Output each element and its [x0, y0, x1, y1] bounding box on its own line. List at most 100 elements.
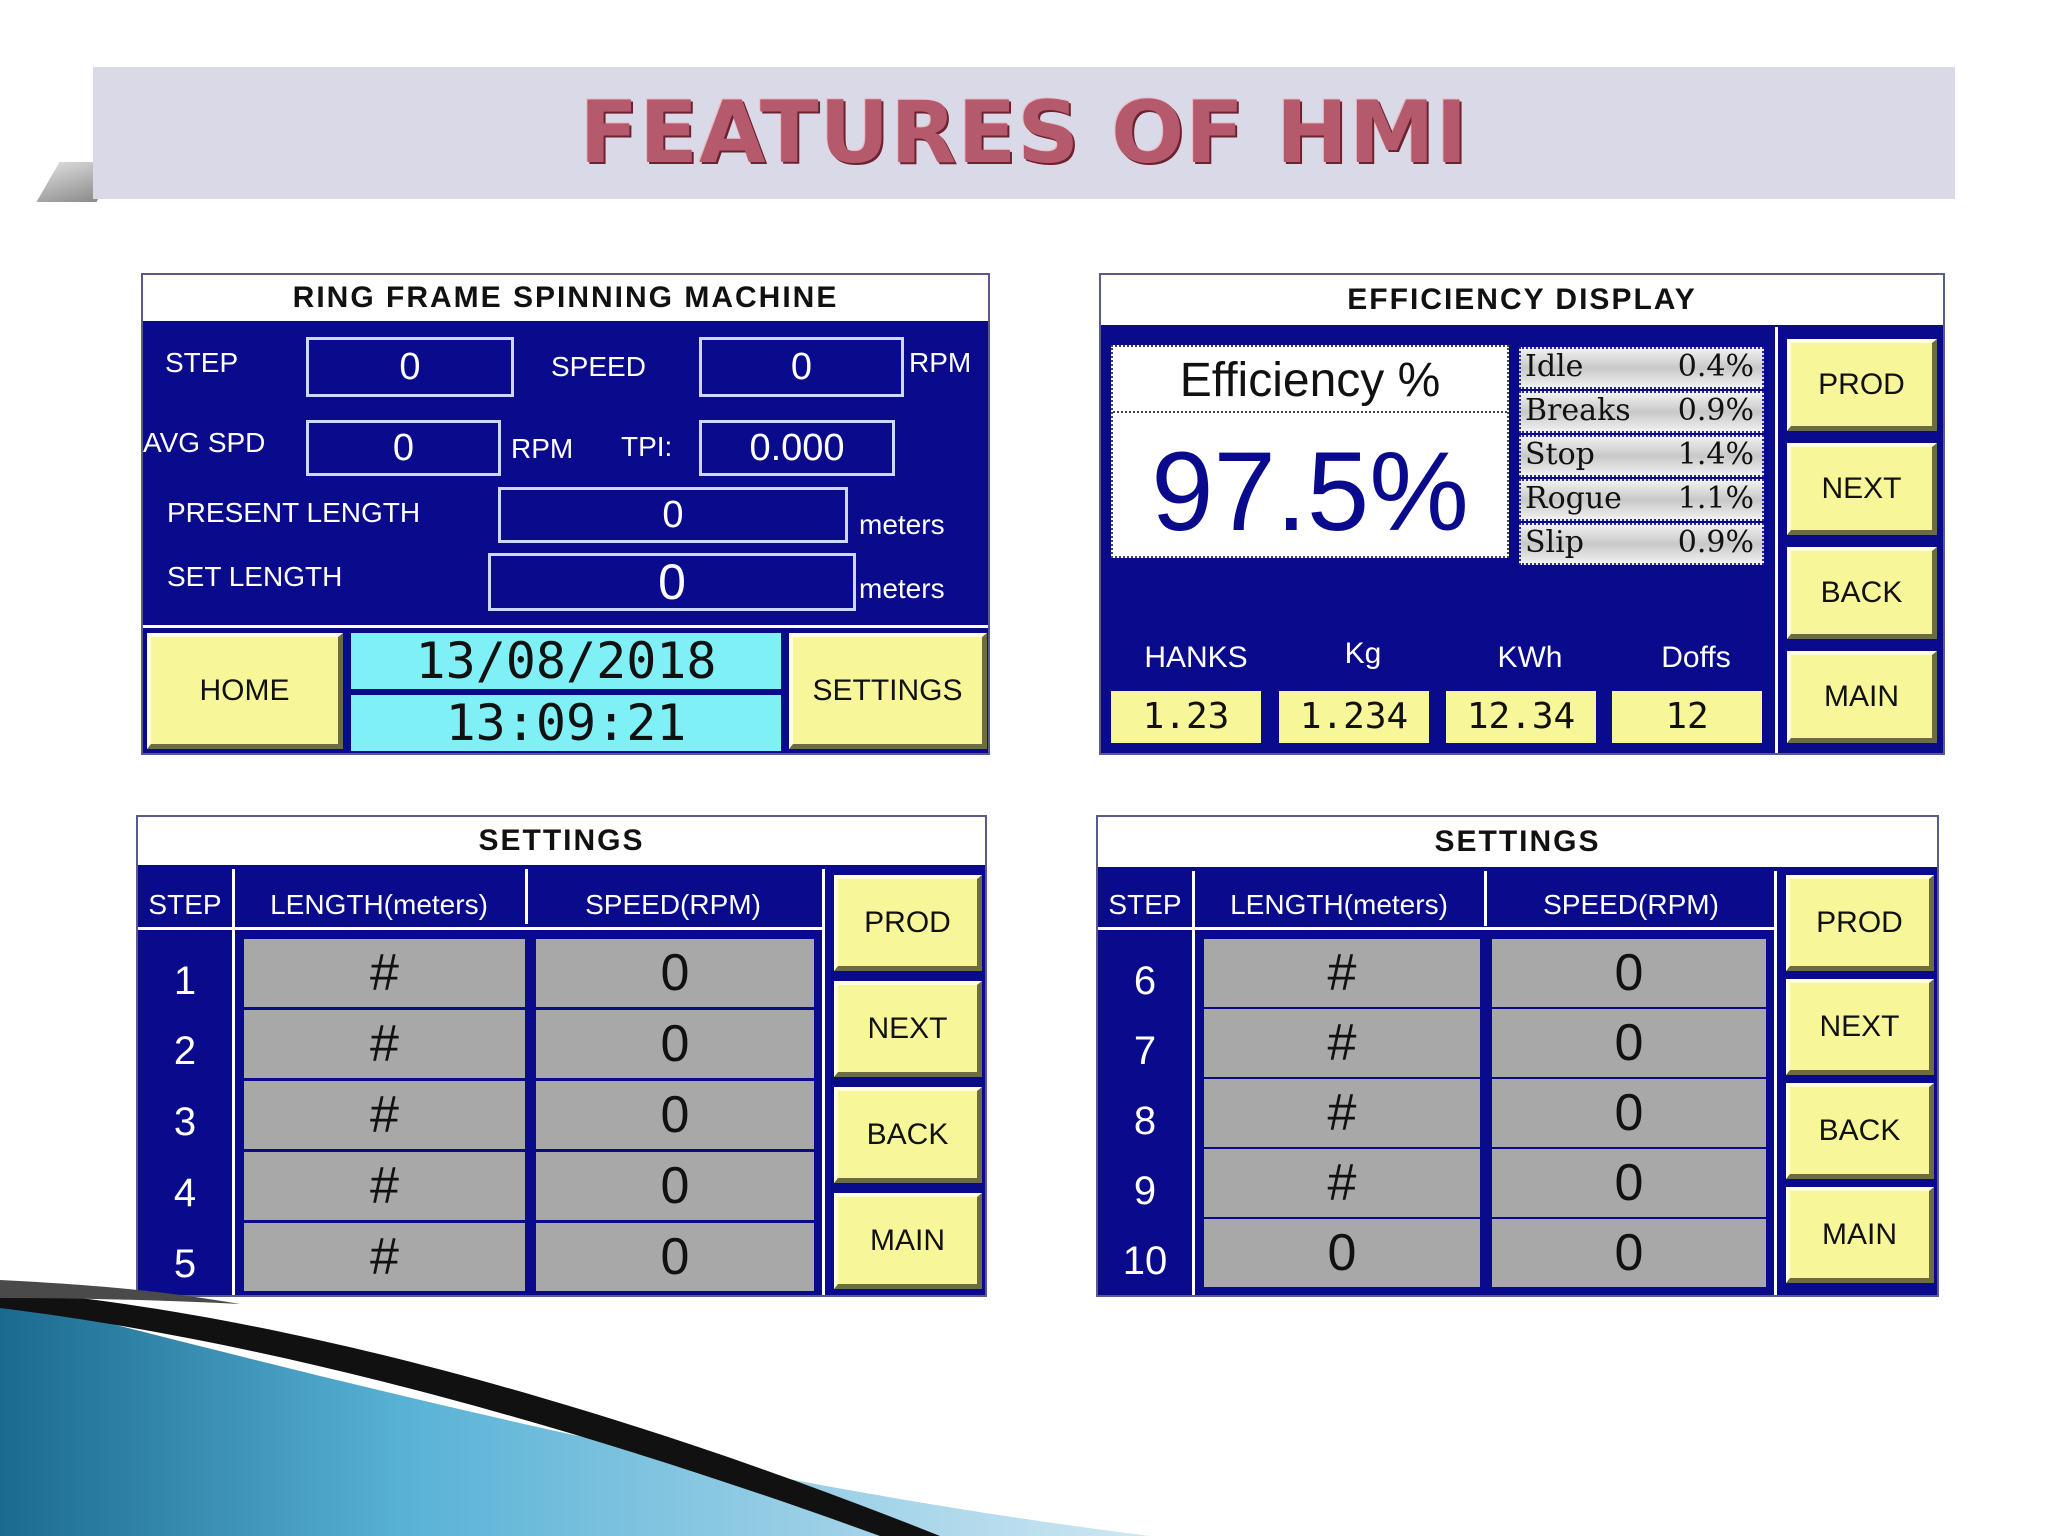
col-length: LENGTH(meters) [1230, 889, 1448, 920]
step-number: 7 [1133, 1029, 1157, 1073]
speed-field[interactable]: 0 [699, 337, 904, 397]
speed-cell[interactable]: 0 [534, 937, 816, 1009]
step-number: 2 [173, 1029, 197, 1073]
ring-frame-divider [143, 625, 988, 628]
avg-spd-field[interactable]: 0 [306, 420, 501, 476]
speed-cell[interactable]: 0 [1490, 1217, 1768, 1289]
efficiency-value: 97.5% [1151, 429, 1469, 554]
loss-name: Stop [1525, 437, 1595, 472]
settings-header-2: SETTINGS [1098, 817, 1937, 870]
speed-cell[interactable]: 0 [1490, 1007, 1768, 1079]
settings-panel-2: SETTINGS STEP LENGTH(meters) SPEED(RPM) … [1096, 815, 1939, 1297]
loss-idle: Idle 0.4% [1519, 347, 1764, 389]
present-length-field[interactable]: 0 [498, 487, 848, 543]
home-button[interactable]: HOME [147, 633, 343, 749]
speed-unit: RPM [909, 347, 972, 378]
header-divider [1098, 927, 1776, 930]
settings-button[interactable]: SETTINGS [789, 633, 987, 749]
loss-breaks: Breaks 0.9% [1519, 391, 1764, 433]
speed-cell[interactable]: 0 [534, 1150, 816, 1222]
stat-label-kwh: KWh [1497, 641, 1563, 674]
back-button[interactable]: BACK [1786, 1083, 1934, 1179]
slide-title: FEATURES OF HMI [579, 83, 1469, 183]
loss-value: 0.4% [1677, 349, 1754, 384]
stat-value-kg: 1.234 [1279, 691, 1429, 743]
col-divider [232, 869, 235, 1295]
loss-rogue: Rogue 1.1% [1519, 479, 1764, 521]
length-cell[interactable]: # [1202, 1147, 1482, 1219]
efficiency-divider [1113, 411, 1507, 413]
length-cell[interactable]: # [242, 1079, 527, 1151]
step-number: 1 [173, 959, 197, 1003]
length-cell[interactable]: # [1202, 937, 1482, 1009]
length-cell[interactable]: # [242, 1008, 527, 1080]
step-number: 4 [173, 1171, 197, 1215]
efficiency-header: EFFICIENCY DISPLAY [1101, 275, 1943, 328]
col-divider [1192, 871, 1195, 1295]
speed-label: SPEED [551, 351, 646, 382]
loss-name: Slip [1525, 525, 1584, 560]
time-display: 13:09:21 [351, 695, 781, 751]
ring-frame-header: RING FRAME SPINNING MACHINE [143, 275, 988, 324]
col-speed: SPEED(RPM) [1543, 889, 1719, 920]
main-button[interactable]: MAIN [1786, 1187, 1934, 1283]
length-cell[interactable]: # [242, 1150, 527, 1222]
efficiency-box: Efficiency % 97.5% [1111, 345, 1509, 558]
avg-spd-unit: RPM [511, 433, 574, 464]
decorative-swoosh [0, 1280, 1150, 1536]
next-button[interactable]: NEXT [1786, 979, 1934, 1075]
present-length-unit: meters [859, 509, 945, 540]
set-length-field[interactable]: 0 [488, 553, 856, 611]
stat-label-hanks: HANKS [1144, 641, 1248, 674]
step-number: 6 [1133, 959, 1157, 1003]
length-cell[interactable]: # [1202, 1007, 1482, 1079]
ring-frame-panel: RING FRAME SPINNING MACHINE STEP 0 SPEED… [141, 273, 990, 755]
speed-cell[interactable]: 0 [1490, 937, 1768, 1009]
speed-cell[interactable]: 0 [534, 1079, 816, 1151]
speed-cell[interactable]: 0 [1490, 1077, 1768, 1149]
stat-value-doffs: 12 [1612, 691, 1762, 743]
header-divider [138, 927, 824, 930]
back-button[interactable]: BACK [1787, 547, 1937, 639]
back-button[interactable]: BACK [834, 1087, 982, 1183]
set-length-label: SET LENGTH [167, 561, 343, 592]
loss-name: Rogue [1525, 481, 1622, 516]
col-divider [822, 869, 825, 1295]
speed-cell[interactable]: 0 [1490, 1147, 1768, 1219]
loss-name: Idle [1525, 349, 1584, 384]
tpi-label: TPI: [621, 431, 673, 462]
step-field[interactable]: 0 [306, 337, 514, 397]
col-divider [1484, 871, 1487, 926]
main-button[interactable]: MAIN [834, 1193, 982, 1289]
col-divider [1774, 871, 1777, 1295]
loss-stop: Stop 1.4% [1519, 435, 1764, 477]
prod-button[interactable]: PROD [834, 875, 982, 971]
col-step: STEP [148, 889, 222, 920]
loss-slip: Slip 0.9% [1519, 523, 1764, 565]
step-number: 3 [173, 1100, 197, 1144]
stat-label-kg: Kg [1344, 637, 1382, 670]
settings-panel-1: SETTINGS STEP LENGTH(meters) SPEED(RPM) … [136, 815, 987, 1297]
step-number: 9 [1133, 1169, 1157, 1213]
length-cell[interactable]: # [242, 937, 527, 1009]
stat-value-hanks: 1.23 [1111, 691, 1261, 743]
stat-label-doffs: Doffs [1661, 641, 1731, 674]
efficiency-label: Efficiency % [1179, 354, 1441, 407]
prod-button[interactable]: PROD [1787, 339, 1937, 431]
next-button[interactable]: NEXT [1787, 443, 1937, 535]
length-cell[interactable]: # [1202, 1077, 1482, 1149]
loss-value: 0.9% [1677, 393, 1754, 428]
loss-name: Breaks [1525, 393, 1631, 428]
next-button[interactable]: NEXT [834, 981, 982, 1077]
loss-value: 0.9% [1677, 525, 1754, 560]
speed-cell[interactable]: 0 [534, 1008, 816, 1080]
settings-header-1: SETTINGS [138, 817, 985, 868]
tpi-field[interactable]: 0.000 [699, 420, 895, 476]
step-number: 8 [1133, 1099, 1157, 1143]
length-cell[interactable]: 0 [1202, 1217, 1482, 1289]
main-button[interactable]: MAIN [1787, 651, 1937, 743]
efficiency-button-divider [1775, 327, 1778, 753]
prod-button[interactable]: PROD [1786, 875, 1934, 971]
col-length: LENGTH(meters) [270, 889, 488, 920]
col-speed: SPEED(RPM) [585, 889, 761, 920]
